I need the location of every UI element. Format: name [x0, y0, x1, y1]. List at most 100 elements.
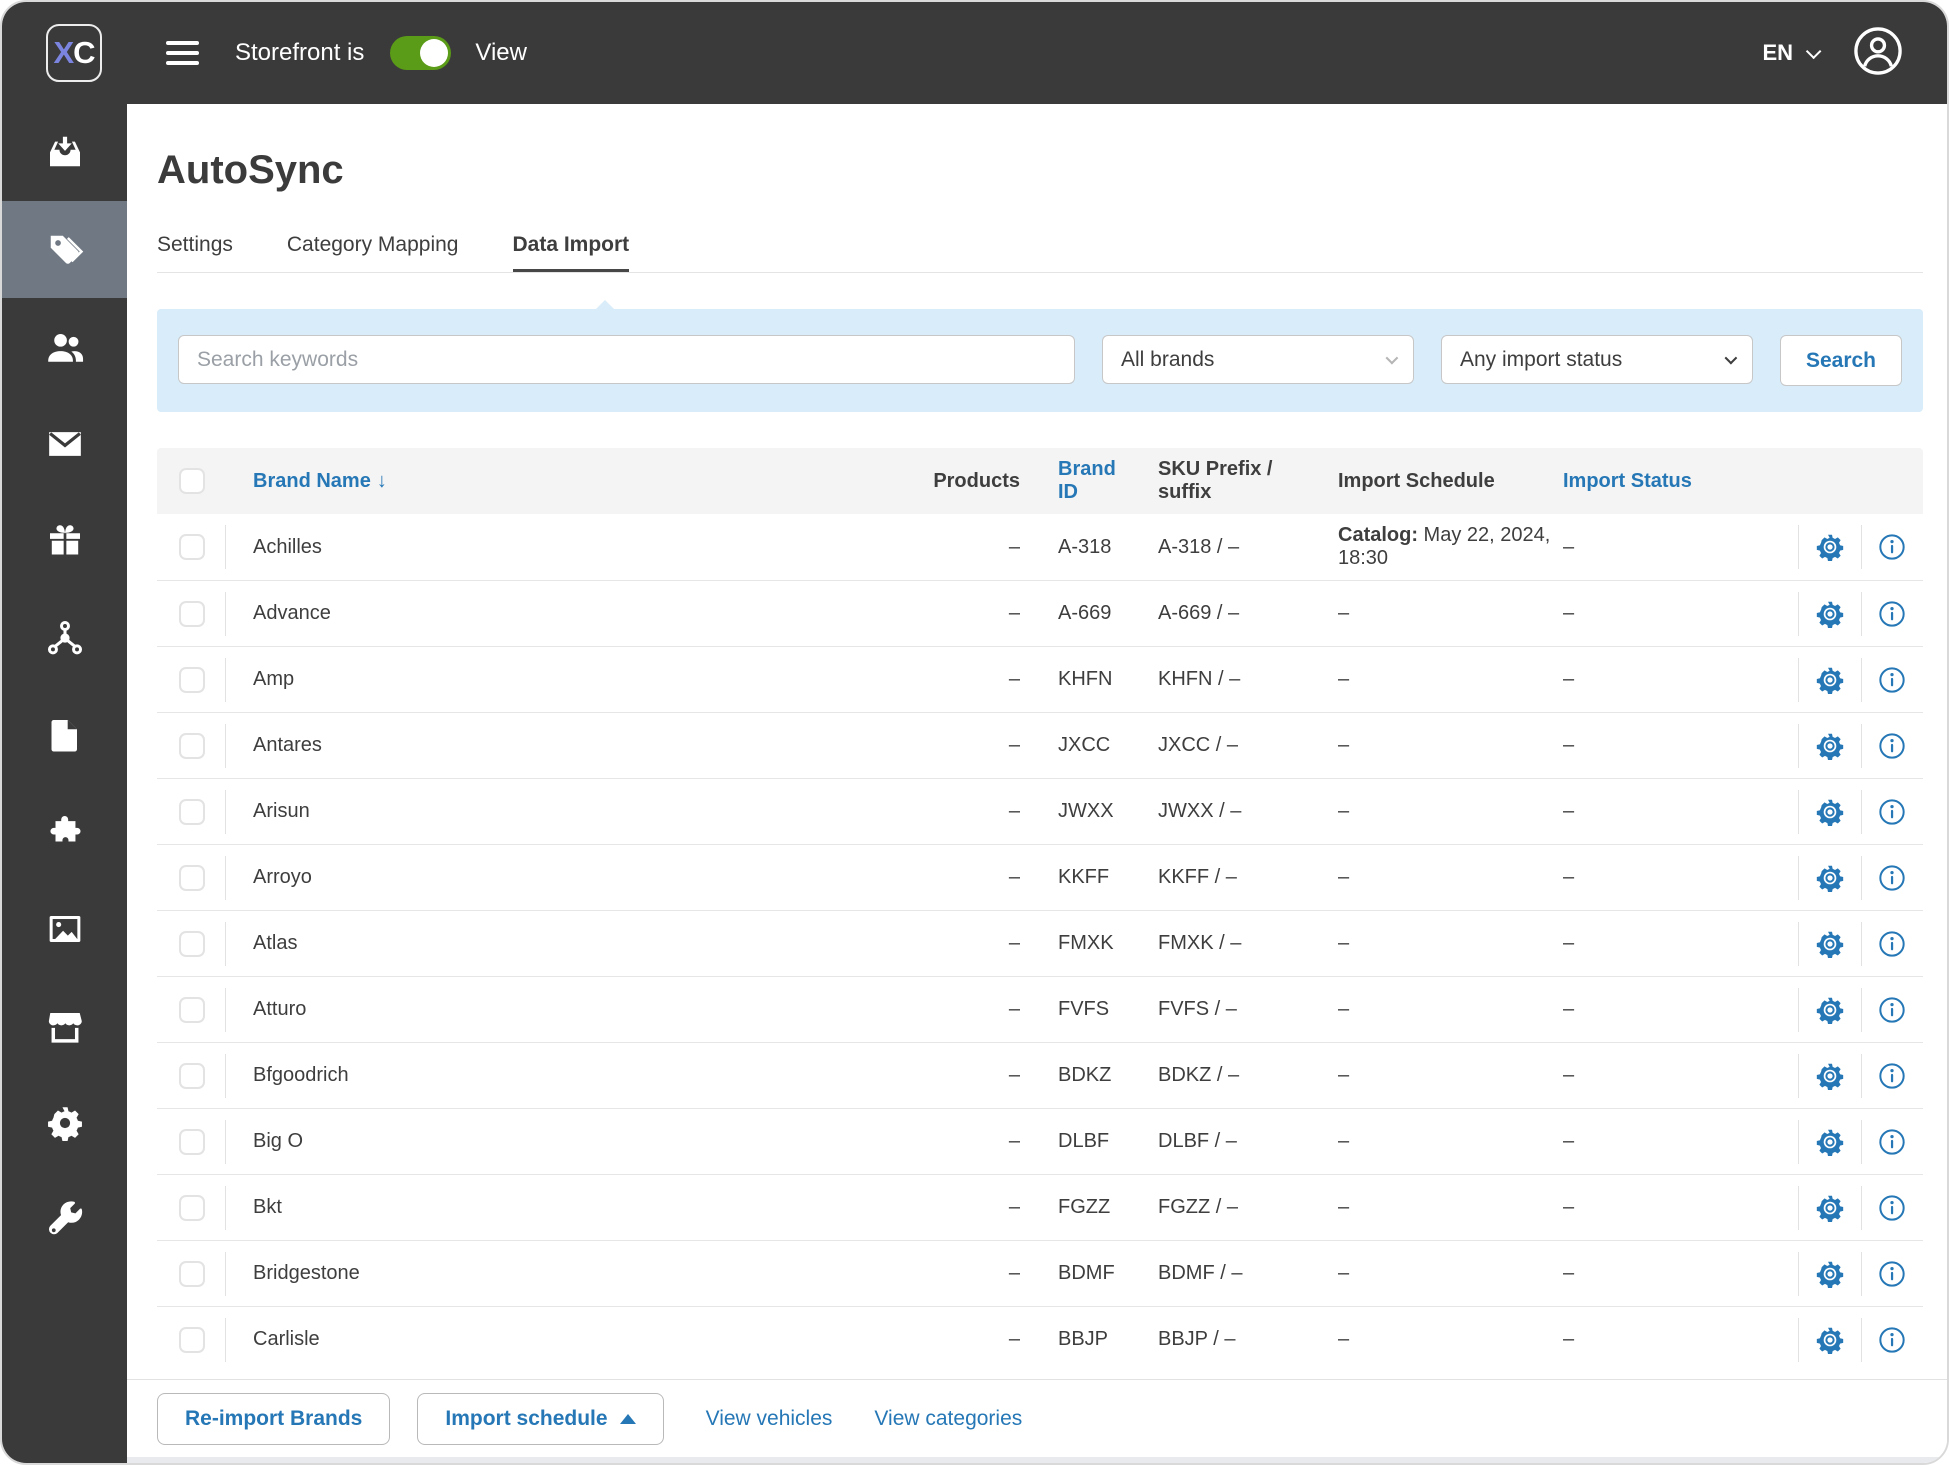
row-settings-button[interactable]: [1816, 1326, 1844, 1354]
user-account-icon[interactable]: [1853, 26, 1903, 81]
chevron-down-icon: [1724, 351, 1738, 365]
column-header-import-status[interactable]: Import Status: [1558, 470, 1798, 493]
sidebar-item-integrations[interactable]: [2, 589, 127, 686]
row-info-button[interactable]: [1878, 732, 1906, 760]
select-all-checkbox[interactable]: [179, 468, 205, 494]
sidebar-item-tools[interactable]: [2, 1171, 127, 1268]
divider: [1798, 921, 1799, 966]
row-checkbox[interactable]: [179, 732, 205, 759]
row-info-button[interactable]: [1878, 1326, 1906, 1354]
column-header-brand-name[interactable]: Brand Name: [253, 470, 371, 493]
column-header-brand-id[interactable]: Brand ID: [1028, 458, 1133, 504]
row-checkbox[interactable]: [179, 666, 205, 693]
row-checkbox[interactable]: [179, 1194, 205, 1221]
import-schedule-button[interactable]: Import schedule: [417, 1392, 664, 1445]
row-info-button[interactable]: [1878, 1260, 1906, 1288]
divider: [225, 855, 226, 900]
row-info-button[interactable]: [1878, 864, 1906, 892]
row-info-button[interactable]: [1878, 1194, 1906, 1222]
storefront-toggle[interactable]: [390, 36, 452, 70]
row-checkbox[interactable]: [179, 534, 205, 560]
row-settings-button[interactable]: [1816, 1260, 1844, 1288]
brand-id-cell: FMXK: [1058, 932, 1114, 954]
sku-cell: BDKZ / –: [1158, 1064, 1240, 1086]
import-schedule-cell: –: [1338, 602, 1350, 624]
row-settings-button[interactable]: [1816, 533, 1844, 561]
table-row: Atturo – FVFS FVFS / – – –: [157, 976, 1923, 1042]
sidebar-item-orders[interactable]: [2, 104, 127, 201]
row-settings-button[interactable]: [1816, 864, 1844, 892]
brand-id-cell: DLBF: [1058, 1130, 1110, 1152]
row-info-button[interactable]: [1878, 666, 1906, 694]
row-checkbox[interactable]: [179, 600, 205, 627]
hamburger-menu-icon[interactable]: [166, 35, 199, 71]
row-settings-button[interactable]: [1816, 1194, 1844, 1222]
brand-id-cell: KKFF: [1058, 866, 1110, 888]
view-categories-link[interactable]: View categories: [874, 1407, 1022, 1431]
import-schedule-cell: –: [1338, 800, 1350, 822]
sidebar-item-pages[interactable]: [2, 686, 127, 783]
brand-filter-select[interactable]: All brands: [1102, 335, 1414, 384]
info-icon: [1879, 1260, 1905, 1287]
row-settings-button[interactable]: [1816, 1062, 1844, 1090]
table-row: Arroyo – KKFF KKFF / – – –: [157, 844, 1923, 910]
row-checkbox[interactable]: [179, 930, 205, 957]
row-checkbox[interactable]: [179, 996, 205, 1023]
row-checkbox[interactable]: [179, 864, 205, 891]
file-icon: [51, 719, 77, 751]
language-selector[interactable]: EN: [1762, 40, 1822, 66]
sidebar-item-messages[interactable]: [2, 395, 127, 492]
sidebar-item-catalog[interactable]: [2, 201, 127, 298]
row-info-button[interactable]: [1878, 1128, 1906, 1156]
import-schedule-cell: –: [1338, 1130, 1350, 1152]
row-info-button[interactable]: [1878, 600, 1906, 628]
row-checkbox[interactable]: [179, 1128, 205, 1155]
gear-icon: [47, 1106, 82, 1141]
row-info-button[interactable]: [1878, 798, 1906, 826]
row-info-button[interactable]: [1878, 533, 1906, 561]
reimport-brands-button[interactable]: Re-import Brands: [157, 1392, 391, 1445]
row-checkbox[interactable]: [179, 1260, 205, 1287]
row-settings-button[interactable]: [1816, 930, 1844, 958]
view-vehicles-link[interactable]: View vehicles: [706, 1407, 833, 1431]
search-button[interactable]: Search: [1780, 335, 1902, 386]
row-checkbox[interactable]: [179, 1326, 205, 1353]
row-checkbox[interactable]: [179, 798, 205, 825]
brand-name-cell: Bfgoodrich: [253, 1064, 349, 1086]
sidebar-item-storefront[interactable]: [2, 977, 127, 1074]
row-settings-button[interactable]: [1816, 996, 1844, 1024]
row-info-button[interactable]: [1878, 1062, 1906, 1090]
gear-icon: [1816, 1129, 1843, 1156]
table-header: Brand Name ↓ Products Brand ID SKU Prefi…: [157, 448, 1923, 514]
products-cell: –: [1008, 535, 1020, 558]
import-status-filter-select[interactable]: Any import status: [1441, 335, 1753, 384]
divider: [1860, 1317, 1862, 1362]
tab-data-import[interactable]: Data Import: [513, 233, 630, 272]
sidebar-item-customers[interactable]: [2, 298, 127, 395]
sidebar-item-promotions[interactable]: [2, 492, 127, 589]
row-info-button[interactable]: [1878, 996, 1906, 1024]
info-icon: [1879, 1062, 1905, 1089]
sidebar-item-addons[interactable]: [2, 783, 127, 880]
view-link[interactable]: View: [475, 39, 527, 67]
row-settings-button[interactable]: [1816, 732, 1844, 760]
row-info-button[interactable]: [1878, 930, 1906, 958]
row-settings-button[interactable]: [1816, 666, 1844, 694]
sidebar-item-settings[interactable]: [2, 1074, 127, 1171]
tab-settings[interactable]: Settings: [157, 233, 233, 272]
tab-category-mapping[interactable]: Category Mapping: [287, 233, 459, 272]
row-settings-button[interactable]: [1816, 1128, 1844, 1156]
divider: [225, 591, 226, 636]
table-row: Advance – A-669 A-669 / – – –: [157, 580, 1923, 646]
import-status-cell: –: [1563, 1196, 1575, 1218]
sidebar-item-media[interactable]: [2, 880, 127, 977]
search-input[interactable]: [178, 335, 1075, 384]
row-checkbox[interactable]: [179, 1062, 205, 1089]
row-settings-button[interactable]: [1816, 798, 1844, 826]
info-icon: [1879, 1326, 1905, 1353]
row-settings-button[interactable]: [1816, 600, 1844, 628]
import-status-cell: –: [1563, 668, 1575, 690]
xc-logo[interactable]: XC: [46, 24, 102, 82]
divider: [1798, 723, 1799, 768]
divider: [1860, 657, 1862, 702]
